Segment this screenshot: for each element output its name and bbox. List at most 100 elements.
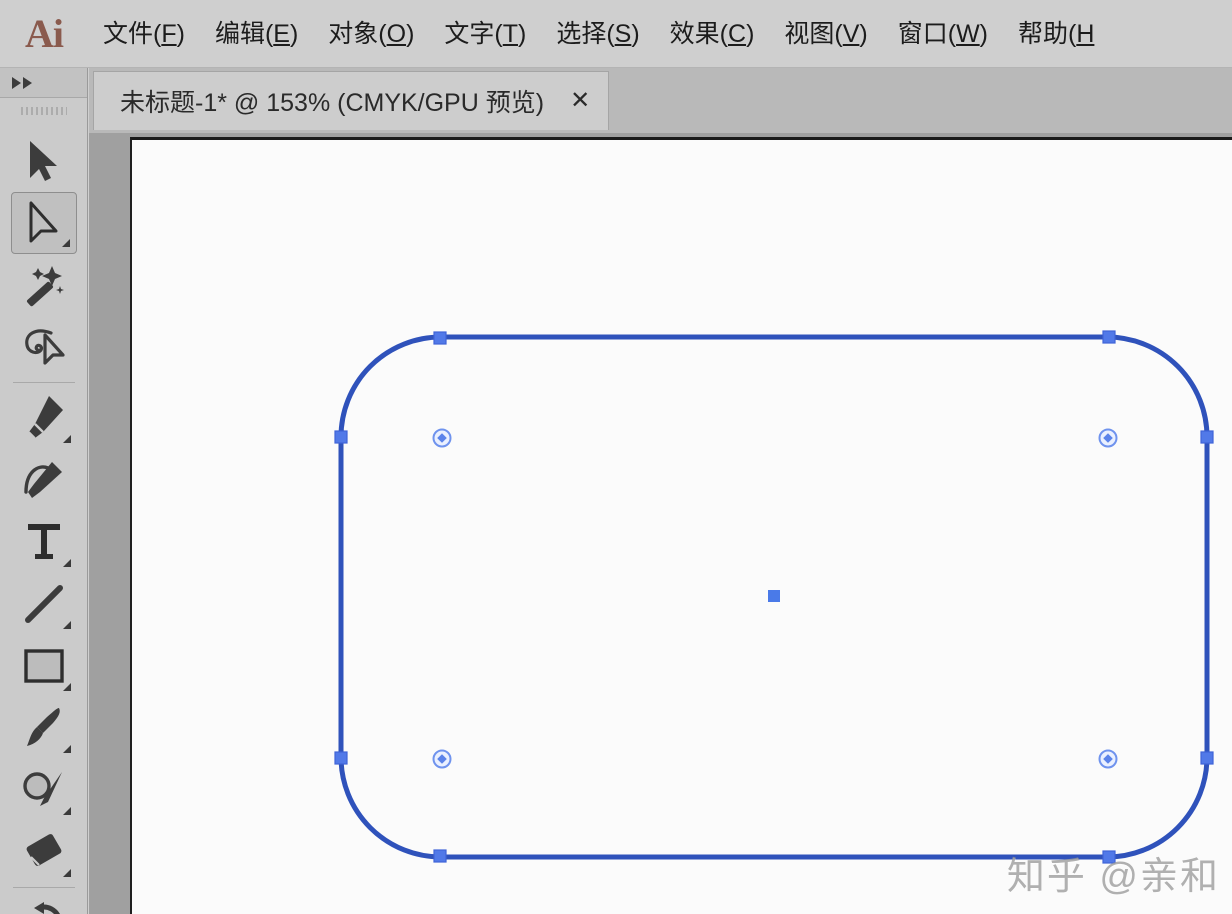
flyout-indicator-icon <box>62 621 71 629</box>
paintbrush-icon <box>26 708 60 746</box>
menu-item-mnemonic: O <box>386 19 407 48</box>
menu-item-mnemonic: S <box>614 19 632 48</box>
menu-window[interactable]: 窗口(W) <box>883 0 1003 68</box>
close-icon[interactable]: ✕ <box>570 89 590 113</box>
direct-selection-arrow-icon <box>29 201 57 243</box>
anchor-top-right-h[interactable] <box>1102 330 1116 344</box>
live-corner-top-left[interactable] <box>432 428 452 448</box>
magic-wand-icon <box>26 266 64 307</box>
curvature-pen-icon <box>23 462 62 498</box>
line-segment-tool[interactable] <box>11 573 77 635</box>
document-tab[interactable]: 未标题-1* @ 153% (CMYK/GPU 预览) ✕ <box>93 71 610 130</box>
menu-help[interactable]: 帮助(H <box>1003 0 1109 68</box>
menu-item-label: 帮助( <box>1018 19 1077 48</box>
menu-item-label: 编辑( <box>214 19 274 48</box>
flyout-indicator-icon <box>62 559 71 567</box>
magic-wand-tool[interactable] <box>11 254 77 316</box>
menu-item-mnemonic: W <box>956 19 980 48</box>
menu-item-tail: ) <box>979 19 988 48</box>
document-tab-bar: 未标题-1* @ 153% (CMYK/GPU 预览) ✕ <box>89 68 1232 133</box>
menu-edit[interactable]: 编辑(E) <box>200 0 313 68</box>
menu-item-label: 效果( <box>669 19 728 48</box>
tool-buttons-container <box>0 124 87 914</box>
menu-item-tail: ) <box>746 19 755 48</box>
flyout-indicator-icon <box>62 869 71 877</box>
rectangle-icon <box>23 649 64 683</box>
tools-panel <box>0 68 88 914</box>
paintbrush-tool[interactable] <box>11 697 77 759</box>
anchor-top-left-h[interactable] <box>433 331 447 345</box>
menu-item-tail: ) <box>176 19 185 48</box>
menu-item-mnemonic: E <box>273 19 290 48</box>
curvature-tool[interactable] <box>11 449 77 511</box>
live-corner-bottom-left[interactable] <box>432 749 452 769</box>
vector-artwork[interactable] <box>132 140 1232 914</box>
flyout-indicator-icon <box>62 683 71 691</box>
rectangle-tool[interactable] <box>11 635 77 697</box>
toolbar-separator-1 <box>12 382 75 383</box>
direct-selection-tool[interactable] <box>10 192 77 254</box>
menu-view[interactable]: 视图(V) <box>769 0 882 68</box>
lasso-tool[interactable] <box>11 316 77 378</box>
menu-item-tail: ) <box>406 19 415 48</box>
menu-type[interactable]: 文字(T) <box>429 0 541 68</box>
toolbar-separator-2 <box>12 887 75 888</box>
selection-arrow-icon <box>29 141 57 181</box>
menu-item-mnemonic: V <box>842 19 860 48</box>
app-logo-icon: Ai <box>25 11 64 56</box>
anchor-left-top-v[interactable] <box>334 430 348 444</box>
menu-item-label: 对象( <box>328 19 387 48</box>
menu-file[interactable]: 文件(F) <box>88 0 200 68</box>
type-tool[interactable] <box>11 511 77 573</box>
menu-item-mnemonic: F <box>161 19 177 48</box>
eraser-icon <box>26 834 61 866</box>
anchor-right-bottom-v[interactable] <box>1200 751 1214 765</box>
shaper-icon <box>22 772 62 806</box>
rotate-tool[interactable] <box>11 892 77 914</box>
menu-item-tail: ) <box>631 19 640 48</box>
rotate-icon <box>33 902 60 914</box>
menu-item-tail: ) <box>289 19 299 48</box>
line-segment-icon <box>24 585 63 623</box>
center-point[interactable] <box>768 590 780 602</box>
menu-item-label: 窗口( <box>897 19 957 48</box>
menu-item-tail: ) <box>518 19 527 48</box>
illustrator-window: Ai 文件(F) 编辑(E) 对象(O) 文字(T) 选择(S) 效果(C) 视图(V) 窗口… <box>0 0 1232 914</box>
menu-item-label: 视图( <box>784 19 843 48</box>
menu-item-label: 文件( <box>103 19 162 48</box>
toolbar-collapse-button[interactable] <box>0 68 87 98</box>
menu-bar: Ai 文件(F) 编辑(E) 对象(O) 文字(T) 选择(S) 效果(C) 视图(V) 窗口… <box>0 0 1232 68</box>
menu-item-mnemonic: C <box>728 19 747 48</box>
menu-item-mnemonic: T <box>502 19 518 48</box>
toolbar-grip-handle[interactable] <box>0 98 87 124</box>
shaper-tool[interactable] <box>11 759 77 821</box>
selection-tool[interactable] <box>11 130 77 192</box>
eraser-tool[interactable] <box>11 821 77 883</box>
canvas-area[interactable]: 知乎 @亲和 <box>89 133 1232 914</box>
menu-object[interactable]: 对象(O) <box>313 0 429 68</box>
live-corner-top-right[interactable] <box>1098 428 1118 448</box>
pen-tool[interactable] <box>11 387 77 449</box>
flyout-indicator-icon <box>62 807 71 815</box>
menu-item-mnemonic: H <box>1076 19 1095 48</box>
menu-effect[interactable]: 效果(C) <box>655 0 770 68</box>
live-corner-bottom-right[interactable] <box>1098 749 1118 769</box>
flyout-indicator-icon <box>61 239 70 247</box>
grip-dots-icon <box>20 107 67 115</box>
artboard[interactable] <box>130 137 1232 914</box>
anchor-left-bottom-v[interactable] <box>334 751 348 765</box>
menu-item-tail: ) <box>859 19 868 48</box>
anchor-bottom-right-h[interactable] <box>1102 850 1116 864</box>
menu-select[interactable]: 选择(S) <box>541 0 654 68</box>
pen-nib-icon <box>27 396 63 439</box>
type-T-icon <box>27 524 60 559</box>
menu-item-list: 文件(F) 编辑(E) 对象(O) 文字(T) 选择(S) 效果(C) 视图(V) 窗口(W)… <box>88 0 1109 68</box>
lasso-icon <box>24 329 65 365</box>
menu-item-label: 选择( <box>556 19 615 48</box>
menu-item-label: 文字( <box>444 19 503 48</box>
anchor-right-top-v[interactable] <box>1200 430 1214 444</box>
flyout-indicator-icon <box>62 435 71 443</box>
flyout-indicator-icon <box>62 745 71 753</box>
anchor-bottom-left-h[interactable] <box>433 849 447 863</box>
document-tab-title: 未标题-1* @ 153% (CMYK/GPU 预览) <box>120 89 545 117</box>
